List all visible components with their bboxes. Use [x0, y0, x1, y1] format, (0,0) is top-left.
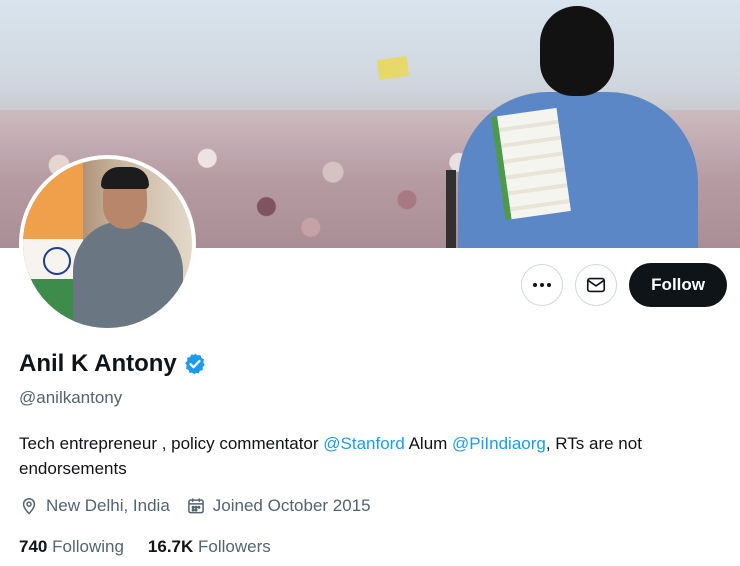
location-pin-icon — [22, 498, 36, 515]
following-label: Following — [52, 537, 124, 556]
location-text: New Delhi, India — [46, 496, 170, 515]
following-link[interactable]: 740 Following — [19, 537, 124, 557]
verified-badge-icon[interactable] — [183, 352, 207, 376]
profile-stats: 740 Following 16.7K Followers — [19, 537, 271, 557]
avatar-hair — [101, 167, 149, 189]
avatar-photo — [23, 159, 192, 328]
banner-shawl — [491, 107, 571, 221]
handle: @anilkantony — [19, 388, 123, 407]
message-button[interactable] — [575, 264, 618, 306]
bio-text: Tech entrepreneur , policy commentator — [19, 434, 324, 453]
mention-link[interactable]: @PiIndiaorg — [452, 434, 546, 453]
followers-label: Followers — [198, 537, 271, 556]
bio: Tech entrepreneur , policy commentator @… — [19, 431, 724, 481]
banner-mic-stand — [446, 170, 456, 248]
calendar-icon — [187, 498, 204, 514]
profile-actions: Follow — [521, 263, 727, 307]
more-button[interactable] — [521, 264, 564, 306]
following-count: 740 — [19, 537, 48, 556]
location: New Delhi, India — [19, 496, 170, 516]
banner-speaker-head — [540, 6, 614, 96]
more-horizontal-icon — [533, 283, 552, 287]
banner-speaker — [458, 92, 698, 248]
avatar-person — [73, 221, 183, 328]
bio-text: Alum — [404, 434, 453, 453]
avatar-flag-chakra — [43, 247, 71, 275]
followers-count: 16.7K — [147, 537, 194, 556]
envelope-icon — [587, 277, 606, 293]
mention-link[interactable]: @Stanford — [323, 434, 405, 453]
followers-link[interactable]: 16.7K Followers — [148, 537, 271, 557]
display-name: Anil K Antony — [19, 350, 177, 377]
avatar-flag-saffron — [23, 159, 83, 239]
join-date-text: Joined October 2015 — [212, 496, 371, 515]
banner-flag — [376, 56, 410, 80]
profile-avatar[interactable] — [19, 155, 196, 332]
follow-button[interactable]: Follow — [629, 263, 727, 307]
name-row: Anil K Antony — [19, 350, 207, 378]
join-date: Joined October 2015 — [186, 496, 371, 516]
profile-meta: New Delhi, India Joined October 2015 — [19, 496, 371, 516]
